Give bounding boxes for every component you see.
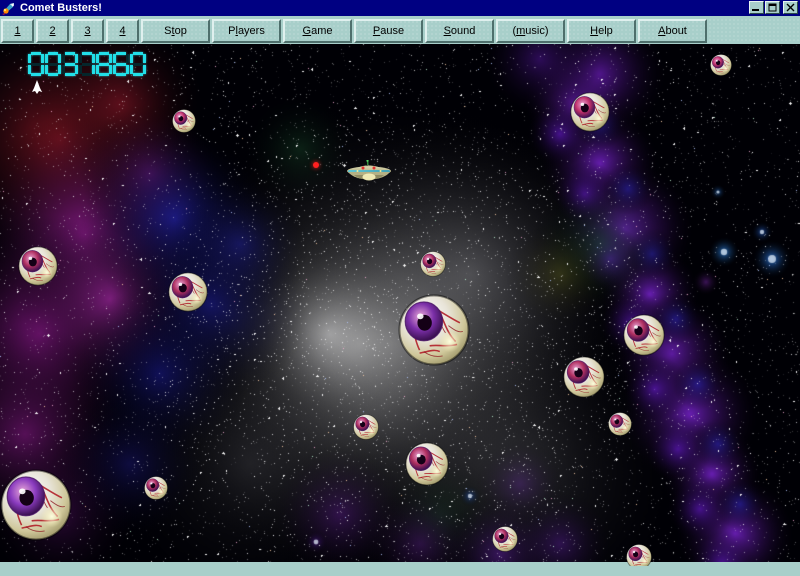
menu-button-label: Players	[228, 25, 265, 37]
menu-bar: 1 2 3 4 Stop Players Game Pause Sound (music) Help…	[0, 16, 800, 44]
titlebar-button-group	[748, 1, 798, 14]
menu-button-label: 2	[49, 25, 56, 37]
comet-sprite[interactable]	[405, 442, 449, 486]
app-window: Comet Busters! 1 2 3 4 Stop Players Game Pause S…	[0, 0, 800, 576]
title-bar: Comet Busters!	[0, 0, 800, 16]
maximize-button[interactable]	[765, 1, 780, 14]
menu-button-label: Pause	[372, 25, 405, 37]
close-button[interactable]	[783, 1, 798, 14]
comet-sprite[interactable]	[710, 54, 732, 76]
menu-button-label: (music)	[512, 25, 549, 37]
comet-sprite[interactable]	[0, 469, 72, 541]
menu-button-players[interactable]: Players	[212, 19, 281, 43]
menu-button-label: Help	[590, 25, 613, 37]
menu-button-2[interactable]: 2	[36, 19, 69, 43]
comet-sprite[interactable]	[353, 414, 379, 440]
menu-button-label: About	[658, 25, 687, 37]
menu-bar-filler	[709, 19, 800, 41]
menu-button-label: 4	[119, 25, 126, 37]
comet-sprite[interactable]	[623, 314, 665, 356]
menu-button-sound[interactable]: Sound	[425, 19, 494, 43]
window-title: Comet Busters!	[20, 2, 102, 14]
menu-button-pause[interactable]: Pause	[354, 19, 423, 43]
comet-sprite[interactable]	[144, 476, 168, 500]
menu-button-help[interactable]: Help	[567, 19, 636, 43]
comet-sprite[interactable]	[398, 294, 470, 366]
menu-button-music[interactable]: (music)	[496, 19, 565, 43]
menu-button-label: Stop	[164, 25, 187, 37]
comet-sprite[interactable]	[626, 544, 652, 566]
bullet-sprite	[313, 162, 319, 168]
menu-button-stop[interactable]: Stop	[141, 19, 210, 43]
menu-button-about[interactable]: About	[638, 19, 707, 43]
menu-button-label: Game	[302, 25, 333, 37]
player-ship-sprite[interactable]	[345, 160, 393, 184]
window-bottom-bar	[0, 566, 800, 576]
comet-sprite[interactable]	[420, 251, 446, 277]
menu-button-game[interactable]: Game	[283, 19, 352, 43]
comet-sprite[interactable]	[18, 246, 58, 286]
comet-sprite[interactable]	[168, 272, 208, 312]
minimize-button[interactable]	[749, 1, 764, 14]
menu-button-1[interactable]: 1	[1, 19, 34, 43]
menu-button-4[interactable]: 4	[106, 19, 139, 43]
comet-app-icon	[1, 1, 17, 15]
comet-sprite[interactable]	[563, 356, 605, 398]
comet-sprite[interactable]	[608, 412, 632, 436]
menu-button-label: 1	[14, 25, 21, 37]
menu-button-3[interactable]: 3	[71, 19, 104, 43]
menu-button-label: 3	[84, 25, 91, 37]
menu-button-label: Sound	[443, 25, 476, 37]
comet-sprite[interactable]	[570, 92, 610, 132]
comet-sprite[interactable]	[172, 109, 196, 133]
game-stage[interactable]	[0, 44, 800, 566]
comet-sprite[interactable]	[492, 526, 518, 552]
